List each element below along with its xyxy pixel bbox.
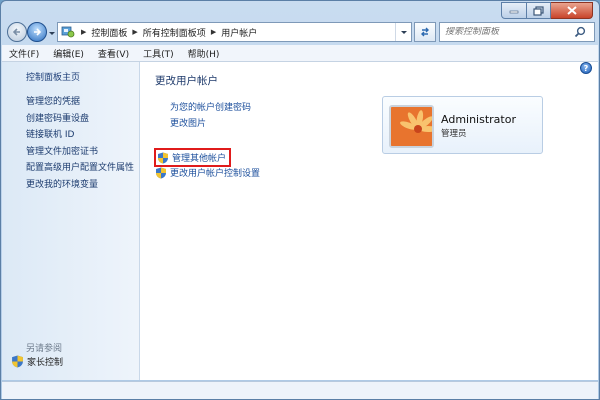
back-button[interactable] [7, 22, 27, 42]
close-icon [566, 6, 577, 15]
breadcrumb-separator[interactable]: ▶ [209, 28, 218, 36]
menu-view[interactable]: 查看(V) [91, 45, 136, 61]
address-row: ▶ 控制面板 ▶ 所有控制面板项 ▶ 用户帐户 [5, 20, 595, 44]
address-bar[interactable]: ▶ 控制面板 ▶ 所有控制面板项 ▶ 用户帐户 [57, 22, 412, 42]
breadcrumb-all-items[interactable]: 所有控制面板项 [140, 23, 209, 41]
maximize-button[interactable] [527, 2, 551, 19]
user-role: 管理员 [441, 129, 467, 139]
sidebar-link-online-id[interactable]: 链接联机 ID [26, 127, 74, 140]
menu-help[interactable]: 帮助(H) [181, 45, 227, 61]
forward-button[interactable] [27, 22, 47, 42]
search-icon[interactable] [574, 26, 586, 38]
explorer-window: ▶ 控制面板 ▶ 所有控制面板项 ▶ 用户帐户 文件(F) 编辑(E [0, 0, 600, 400]
uac-settings-link[interactable]: 更改用户帐户控制设置 [155, 166, 260, 179]
uac-shield-icon [156, 167, 166, 178]
menu-edit[interactable]: 编辑(E) [46, 45, 91, 61]
sidebar-link-encryption-certs[interactable]: 管理文件加密证书 [26, 144, 98, 157]
breadcrumb-user-accounts[interactable]: 用户帐户 [218, 23, 260, 41]
parental-controls-link[interactable]: 家长控制 [11, 355, 63, 368]
task-sidebar: 控制面板主页 管理您的凭据 创建密码重设盘 链接联机 ID 管理文件加密证书 配… [2, 62, 140, 380]
arrow-left-icon [12, 28, 20, 36]
sidebar-link-profile-properties[interactable]: 配置高级用户配置文件属性 [26, 160, 134, 173]
minimize-icon [509, 10, 519, 13]
content-area: 控制面板主页 管理您的凭据 创建密码重设盘 链接联机 ID 管理文件加密证书 配… [2, 62, 598, 380]
chevron-down-icon [49, 32, 55, 35]
help-button[interactable]: ? [580, 62, 592, 74]
breadcrumb-separator: ▶ [81, 28, 87, 36]
create-password-link[interactable]: 为您的帐户创建密码 [170, 100, 251, 113]
sidebar-link-environment-variables[interactable]: 更改我的环境变量 [26, 177, 98, 190]
recent-pages-dropdown[interactable] [48, 29, 56, 37]
parental-controls-label: 家长控制 [27, 358, 64, 368]
uac-shield-icon [158, 152, 168, 163]
arrow-right-icon [34, 28, 42, 36]
sidebar-link-password-reset-disk[interactable]: 创建密码重设盘 [26, 111, 89, 124]
refresh-button[interactable] [414, 22, 436, 42]
manage-other-accounts-label: 管理其他帐户 [172, 154, 227, 164]
uac-settings-label: 更改用户帐户控制设置 [170, 169, 261, 179]
minimize-button[interactable] [501, 2, 527, 19]
close-button[interactable] [551, 2, 593, 19]
restore-icon [533, 5, 544, 16]
caption-buttons [501, 2, 593, 19]
manage-other-accounts-link[interactable]: 管理其他帐户 [154, 148, 232, 167]
flower-picture-icon [391, 107, 432, 146]
breadcrumb-separator[interactable]: ▶ [130, 28, 139, 36]
see-also-heading: 另请参阅 [26, 344, 63, 354]
change-picture-link[interactable]: 更改图片 [170, 116, 206, 129]
avatar[interactable] [389, 105, 434, 148]
menu-bar: 文件(F) 编辑(E) 查看(V) 工具(T) 帮助(H) [2, 45, 598, 62]
sidebar-link-manage-credentials[interactable]: 管理您的凭据 [26, 94, 80, 107]
breadcrumb-control-panel[interactable]: 控制面板 [88, 23, 130, 41]
user-name: Administrator [441, 113, 516, 126]
main-panel: ? 更改用户帐户 为您的帐户创建密码 更改图片 管理其他帐户 更改用户帐户控制设… [141, 62, 598, 380]
user-account-card: Administrator 管理员 [382, 96, 543, 154]
search-input[interactable] [440, 27, 574, 37]
address-history-dropdown[interactable] [395, 23, 411, 41]
search-box[interactable] [439, 22, 595, 42]
page-title: 更改用户帐户 [155, 75, 218, 87]
refresh-icon [421, 27, 429, 37]
status-bar [2, 381, 598, 399]
menu-tools[interactable]: 工具(T) [136, 45, 181, 61]
chevron-down-icon [400, 31, 407, 34]
sidebar-home-link[interactable]: 控制面板主页 [26, 70, 80, 83]
control-panel-icon [61, 26, 75, 38]
uac-shield-icon [12, 355, 23, 368]
menu-file[interactable]: 文件(F) [2, 45, 46, 61]
